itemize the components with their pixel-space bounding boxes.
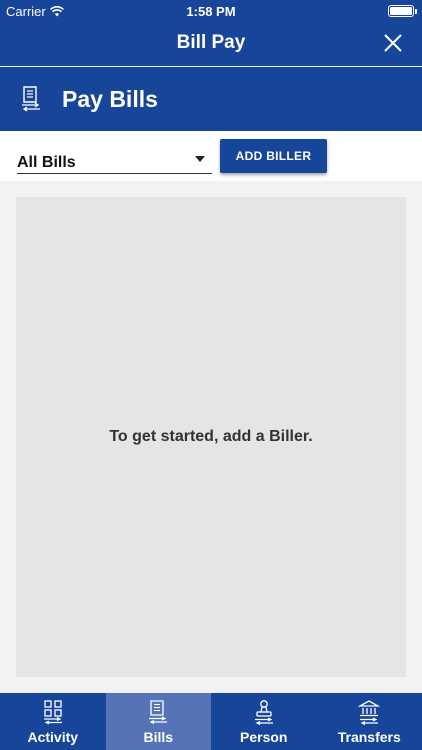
bank-icon [358, 700, 381, 725]
tab-label: Person [240, 729, 288, 745]
nav-title: Bill Pay [176, 32, 246, 53]
nav-bar: Bill Pay [0, 22, 422, 66]
section-title: Pay Bills [62, 85, 158, 112]
status-time: 1:58 PM [186, 4, 236, 19]
person-stamp-icon [254, 700, 273, 725]
activity-grid-icon [43, 700, 62, 725]
bill-icon [22, 86, 40, 112]
dropdown-selected-value: All Bills [17, 154, 76, 171]
filter-row: All Bills ADD BILLER [0, 131, 422, 181]
add-biller-button[interactable]: ADD BILLER [220, 139, 327, 173]
empty-state-panel: To get started, add a Biller. [16, 197, 406, 677]
section-header: Pay Bills [0, 67, 422, 131]
status-bar: Carrier 1:58 PM [0, 0, 422, 22]
close-icon[interactable] [382, 32, 404, 54]
tab-person[interactable]: Person [211, 693, 317, 750]
tab-activity[interactable]: Activity [0, 693, 106, 750]
bills-filter-dropdown[interactable]: All Bills [17, 150, 212, 174]
caret-down-icon [195, 156, 205, 162]
tab-bar: Activity Bills Person Transfers [0, 693, 422, 750]
content-area: To get started, add a Biller. [0, 181, 422, 693]
battery-icon [388, 5, 417, 17]
tab-label: Activity [27, 729, 79, 745]
tab-label: Bills [143, 729, 174, 745]
tab-bills[interactable]: Bills [105, 693, 211, 750]
tab-label: Transfers [337, 729, 401, 745]
tab-transfers[interactable]: Transfers [317, 693, 422, 750]
empty-state-message: To get started, add a Biller. [109, 428, 313, 445]
bill-icon [149, 700, 168, 725]
